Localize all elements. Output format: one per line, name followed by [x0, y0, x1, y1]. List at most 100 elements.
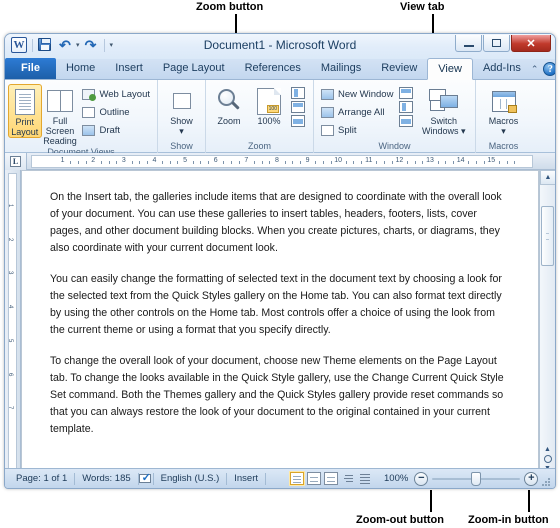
help-icon[interactable]: ?: [543, 62, 555, 76]
document-page[interactable]: On the Insert tab, the galleries include…: [21, 170, 539, 488]
vertical-scrollbar[interactable]: ▲ ▲ ▼: [539, 170, 555, 488]
select-browse-object-icon[interactable]: [543, 455, 552, 463]
switch-windows-icon: [428, 86, 459, 116]
ruler-tick: [322, 160, 324, 164]
web-layout-button[interactable]: Web Layout: [78, 86, 154, 103]
tab-review[interactable]: Review: [371, 58, 427, 79]
tab-view[interactable]: View: [427, 58, 473, 80]
zoom-100-percent-label: 100%: [257, 116, 281, 126]
ruler-tick: [414, 160, 416, 164]
ruler-tick: [85, 160, 87, 164]
draft-button[interactable]: Draft: [78, 122, 154, 139]
page-indicator[interactable]: Page: 1 of 1: [9, 473, 74, 484]
ruler-tick: [261, 160, 263, 164]
new-window-button[interactable]: New Window: [317, 86, 397, 103]
vertical-ruler-number: 1: [7, 203, 13, 208]
ribbon: Print Layout Full Screen Reading Web Lay…: [5, 80, 555, 157]
ruler-tick: [169, 160, 171, 164]
ruler-number: 13: [426, 156, 434, 164]
draft-view-button[interactable]: [358, 472, 372, 485]
ruler-tick: [422, 160, 424, 164]
language-indicator[interactable]: English (U.S.): [154, 473, 227, 484]
print-layout-button-label-1: Print: [15, 117, 35, 127]
print-layout-icon: [14, 87, 35, 117]
synchronous-scrolling-icon[interactable]: [399, 101, 414, 113]
word-count[interactable]: Words: 185: [75, 473, 137, 484]
title-bar: W ↶ ▾ ↷ ▾ Document1 - Microsoft Word ✕: [5, 34, 555, 59]
resize-grip-icon[interactable]: [542, 476, 552, 486]
horizontal-ruler[interactable]: L 1 2 3 4 5 6 7 8 9 10 11 12 13 14 15: [5, 152, 555, 170]
ruler-number: 7: [244, 156, 249, 164]
tab-references[interactable]: References: [235, 58, 311, 79]
ribbon-tab-strip: File Home Insert Page Layout References …: [5, 58, 555, 80]
minimize-button[interactable]: [455, 35, 482, 52]
tab-file[interactable]: File: [5, 58, 56, 79]
split-button[interactable]: Split: [317, 122, 397, 139]
ruler-tick: [162, 160, 164, 164]
tab-page-layout[interactable]: Page Layout: [153, 58, 235, 79]
insert-mode-indicator[interactable]: Insert: [227, 473, 265, 484]
show-button[interactable]: Show ▾: [161, 84, 202, 136]
macros-button[interactable]: Macros ▾: [479, 84, 528, 136]
tab-home[interactable]: Home: [56, 58, 105, 79]
ruler-tick: [116, 160, 118, 164]
outline-view-button[interactable]: [341, 472, 355, 485]
vertical-ruler[interactable]: 1 2 3 4 5 6 7: [5, 170, 21, 488]
ruler-tick: [223, 160, 225, 164]
group-title-zoom: Zoom: [247, 141, 271, 151]
previous-page-icon[interactable]: ▲: [544, 446, 551, 453]
print-layout-view-button[interactable]: [290, 472, 305, 485]
two-pages-icon[interactable]: [291, 101, 305, 113]
print-layout-button[interactable]: Print Layout: [8, 84, 42, 138]
full-screen-reading-label-1: Full Screen: [45, 116, 75, 136]
zoom-percent-label[interactable]: 100%: [378, 473, 414, 484]
maximize-button[interactable]: [483, 35, 510, 52]
vertical-ruler-number: 3: [7, 271, 13, 275]
collapse-ribbon-icon[interactable]: ⌃: [531, 64, 539, 75]
ruler-tick: [131, 160, 133, 164]
arrange-all-button[interactable]: Arrange All: [317, 104, 397, 121]
ruler-tick: [506, 160, 508, 164]
close-button[interactable]: ✕: [511, 35, 551, 52]
switch-windows-button[interactable]: Switch Windows ▾: [415, 84, 472, 136]
outline-icon: [82, 107, 96, 118]
group-title-window: Window: [378, 141, 411, 151]
page-scroll-region: On the Insert tab, the galleries include…: [21, 170, 539, 488]
full-screen-reading-button[interactable]: Full Screen Reading: [42, 84, 79, 146]
print-layout-button-label-2: Layout: [11, 127, 39, 137]
outline-button[interactable]: Outline: [78, 104, 154, 121]
switch-windows-label-2: Windows ▾: [421, 126, 466, 136]
proofing-errors-icon[interactable]: ✓: [138, 472, 153, 485]
zoom-out-button[interactable]: −: [414, 471, 429, 486]
ruler-tick: [468, 160, 470, 164]
page-width-icon[interactable]: [291, 115, 305, 127]
ruler-number: 14: [456, 156, 465, 164]
tab-mailings[interactable]: Mailings: [311, 58, 371, 79]
ruler-tick: [208, 160, 210, 164]
full-screen-reading-view-button[interactable]: [307, 472, 322, 485]
tab-insert[interactable]: Insert: [105, 58, 153, 79]
zoom-slider-thumb[interactable]: [471, 471, 482, 486]
zoom-100-percent-button[interactable]: 100 100%: [249, 84, 289, 126]
zoom-button[interactable]: Zoom: [209, 84, 249, 126]
ruler-number: 11: [365, 156, 373, 164]
tab-stop-selector[interactable]: L: [5, 152, 27, 170]
vertical-scroll-thumb[interactable]: [541, 206, 554, 266]
tab-add-ins[interactable]: Add-Ins: [473, 58, 531, 79]
split-label: Split: [338, 125, 357, 136]
ruler-tick: [253, 160, 255, 164]
document-paragraph-3: To change the overall look of your docum…: [50, 355, 504, 435]
web-layout-view-button[interactable]: [324, 472, 339, 485]
zoom-slider[interactable]: [432, 471, 521, 486]
zoom-in-button[interactable]: +: [524, 471, 539, 486]
ruler-track[interactable]: 1 2 3 4 5 6 7 8 9 10 11 12 13 14 15: [31, 154, 533, 168]
ruler-tick: [498, 160, 500, 164]
show-button-caret: ▾: [179, 126, 184, 136]
vertical-ruler-number: 4: [7, 305, 13, 309]
reset-window-position-icon[interactable]: [399, 115, 414, 127]
full-screen-reading-icon: [47, 86, 74, 116]
one-page-icon[interactable]: [291, 87, 305, 99]
scroll-up-button[interactable]: ▲: [540, 170, 555, 185]
view-side-by-side-icon[interactable]: [399, 87, 414, 99]
document-views-small-buttons: Web Layout Outline Draft: [78, 84, 154, 139]
